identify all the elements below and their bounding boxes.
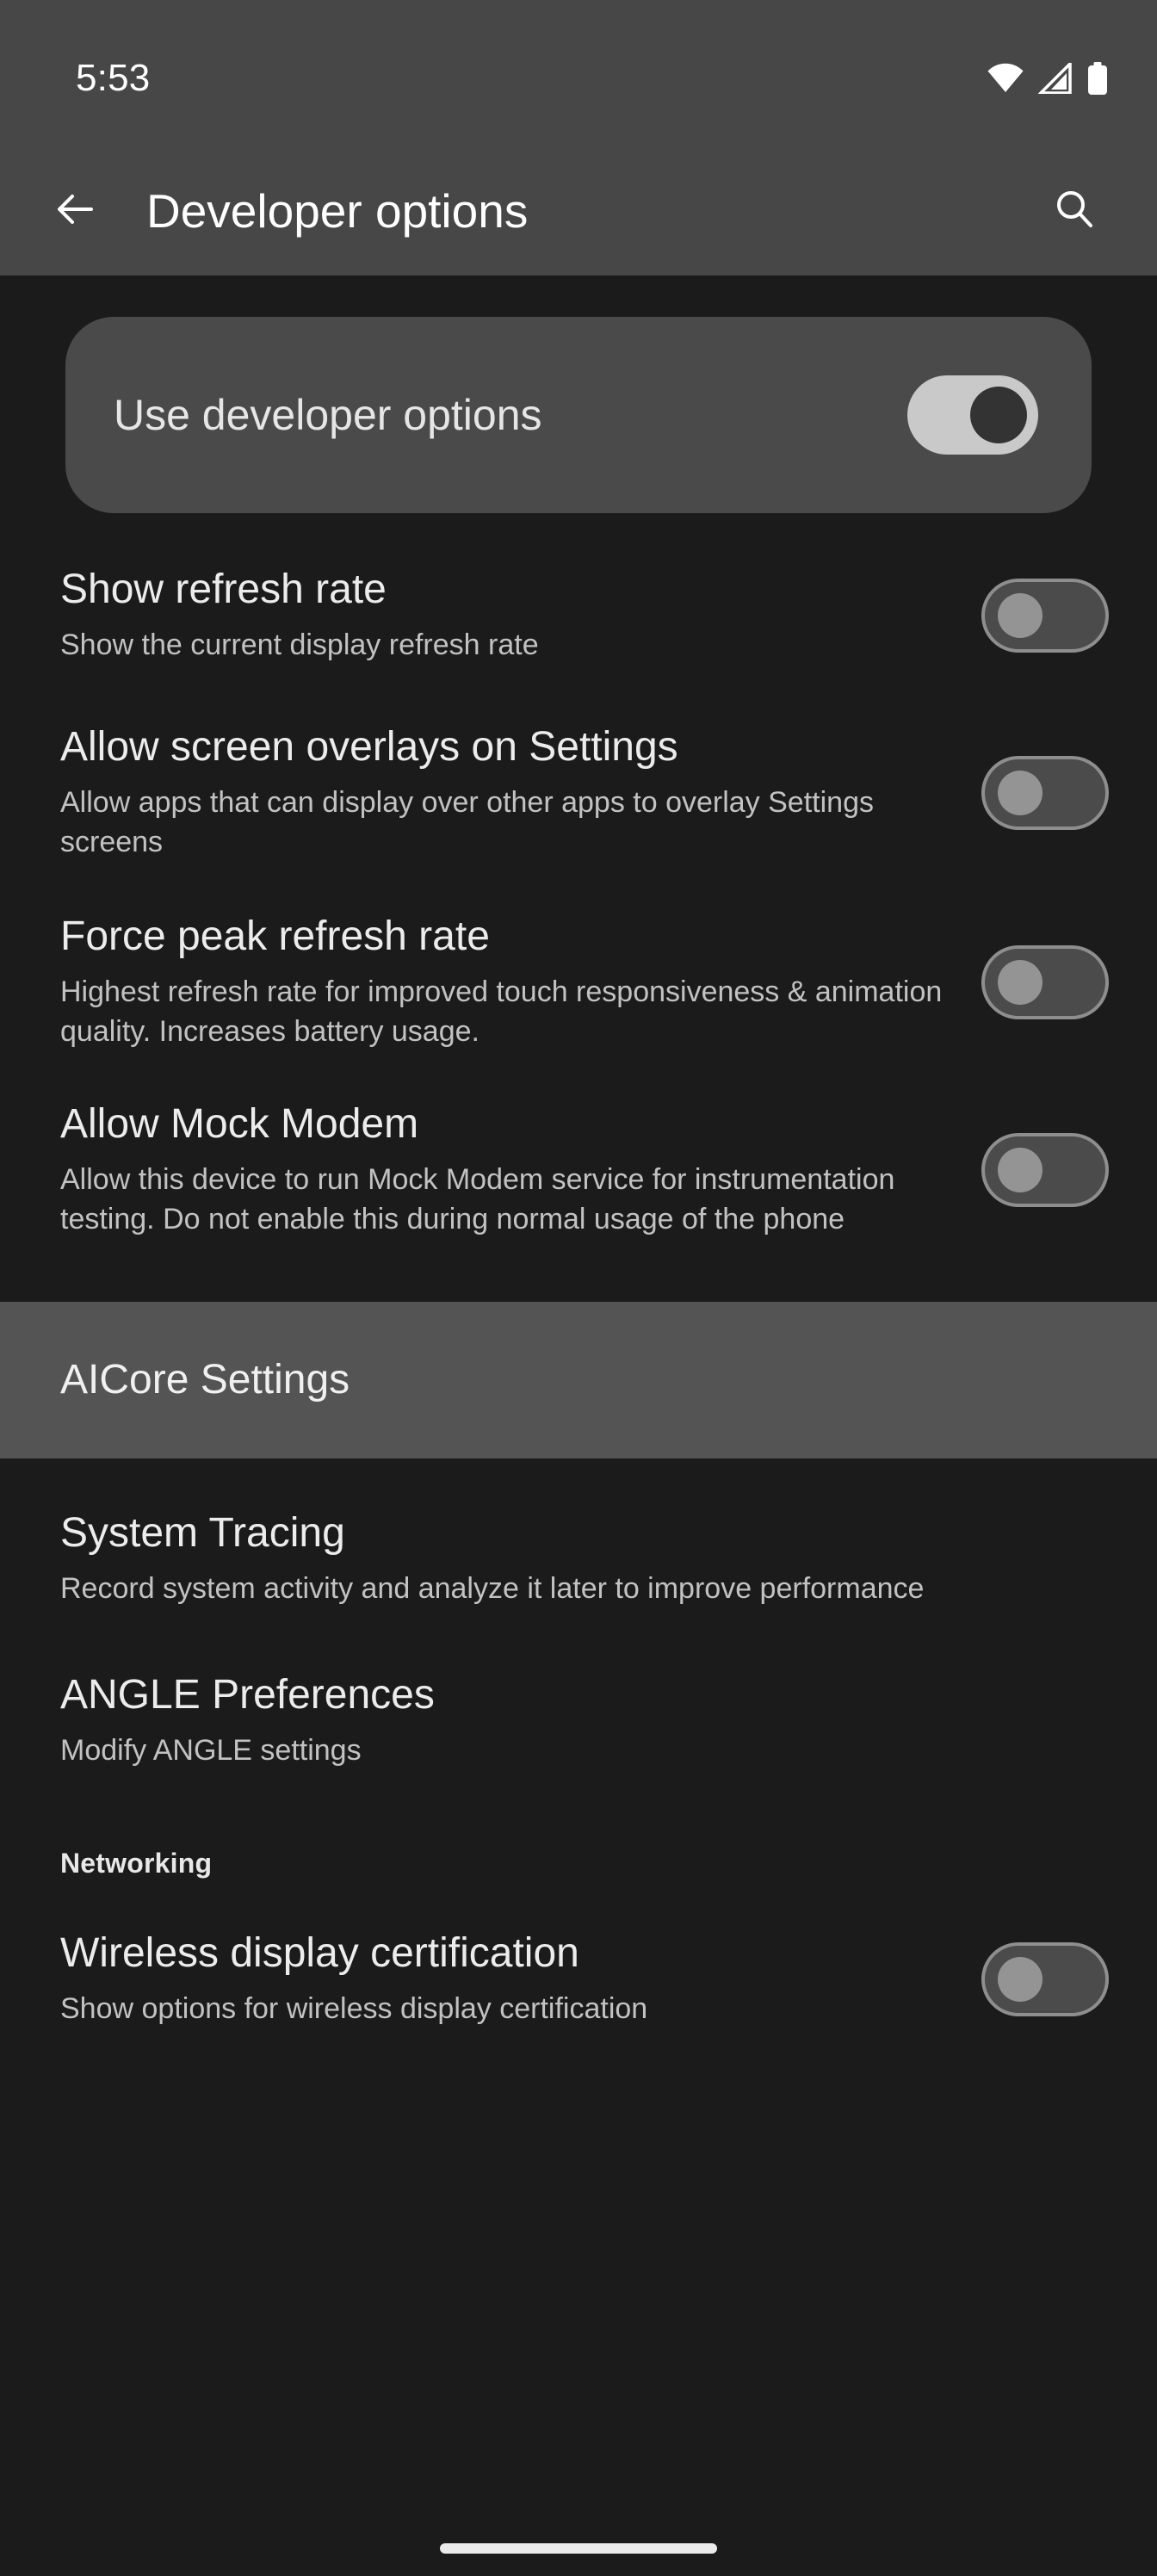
cellular-signal-icon: [1038, 63, 1073, 94]
use-developer-options-label: Use developer options: [114, 391, 542, 439]
section-header-networking: Networking: [0, 1849, 1157, 1877]
pref-title: Wireless display certification: [60, 1929, 579, 1976]
pref-text: Show refresh rate Show the current displ…: [60, 566, 981, 666]
pref-show-refresh-rate[interactable]: Show refresh rate Show the current displ…: [0, 560, 1157, 672]
show-refresh-rate-switch[interactable]: [981, 579, 1109, 653]
pref-title: ANGLE Preferences: [60, 1671, 435, 1718]
pref-title: System Tracing: [60, 1509, 345, 1556]
pref-title: Show refresh rate: [60, 566, 387, 612]
pref-system-tracing[interactable]: System Tracing Record system activity an…: [0, 1503, 1157, 1615]
switch-thumb: [998, 1956, 1043, 2002]
pref-summary: Allow this device to run Mock Modem serv…: [60, 1163, 895, 1235]
switch-thumb: [998, 1147, 1043, 1192]
pref-allow-mock-modem[interactable]: Allow Mock Modem Allow this device to ru…: [0, 1100, 1157, 1240]
pref-allow-screen-overlays[interactable]: Allow screen overlays on Settings Allow …: [0, 723, 1157, 863]
pref-text: Allow Mock Modem Allow this device to ru…: [60, 1100, 981, 1240]
allow-screen-overlays-switch[interactable]: [981, 755, 1109, 830]
force-peak-refresh-rate-switch[interactable]: [981, 944, 1109, 1019]
pref-text: ANGLE Preferences Modify ANGLE settings: [60, 1671, 1109, 1771]
status-bar-icons: [987, 62, 1109, 95]
pref-aicore-settings[interactable]: AICore Settings: [0, 1301, 1157, 1458]
use-developer-options-switch[interactable]: [907, 375, 1038, 455]
home-indicator[interactable]: [440, 2543, 717, 2554]
search-icon: [1052, 187, 1097, 236]
status-bar-clock: 5:53: [76, 57, 151, 99]
allow-mock-modem-switch[interactable]: [981, 1132, 1109, 1207]
pref-summary: Highest refresh rate for improved touch …: [60, 975, 943, 1048]
pref-title: AICore Settings: [60, 1356, 350, 1403]
page-title: Developer options: [146, 183, 529, 238]
wireless-display-certification-switch[interactable]: [981, 1941, 1109, 2016]
pref-text: Allow screen overlays on Settings Allow …: [60, 723, 981, 863]
pref-text: Force peak refresh rate Highest refresh …: [60, 913, 981, 1052]
status-bar: 5:53: [0, 0, 1157, 146]
pref-switch-container: [981, 579, 1109, 653]
back-arrow-icon: [53, 187, 98, 236]
wifi-icon: [987, 63, 1024, 94]
switch-thumb: [998, 770, 1043, 815]
switch-thumb: [970, 387, 1027, 443]
pref-title: Force peak refresh rate: [60, 913, 490, 959]
pref-text: System Tracing Record system activity an…: [60, 1509, 1109, 1609]
pref-summary: Show options for wireless display certif…: [60, 1991, 648, 2025]
switch-thumb: [998, 959, 1043, 1005]
pref-summary: Allow apps that can display over other a…: [60, 786, 874, 859]
pref-summary: Modify ANGLE settings: [60, 1733, 362, 1767]
pref-title: Allow screen overlays on Settings: [60, 724, 678, 770]
app-bar: Developer options: [0, 146, 1157, 276]
settings-scroll-container[interactable]: Use developer options Show refresh rate …: [0, 276, 1157, 2576]
pref-wireless-display-certification[interactable]: Wireless display certification Show opti…: [0, 1923, 1157, 2035]
pref-title: Allow Mock Modem: [60, 1100, 419, 1147]
battery-icon: [1086, 62, 1109, 95]
pref-switch-container: [981, 944, 1109, 1019]
pref-switch-container: [981, 1941, 1109, 2016]
switch-thumb: [998, 593, 1043, 638]
pref-text: Wireless display certification Show opti…: [60, 1929, 981, 2029]
pref-summary: Show the current display refresh rate: [60, 629, 539, 662]
pref-force-peak-refresh-rate[interactable]: Force peak refresh rate Highest refresh …: [0, 913, 1157, 1052]
back-button[interactable]: [34, 170, 117, 252]
pref-switch-container: [981, 755, 1109, 830]
use-developer-options-card[interactable]: Use developer options: [65, 317, 1092, 513]
pref-summary: Record system activity and analyze it la…: [60, 1571, 925, 1605]
section-header-label: Networking: [60, 1847, 213, 1879]
search-button[interactable]: [1033, 170, 1116, 252]
pref-switch-container: [981, 1132, 1109, 1207]
pref-angle-preferences[interactable]: ANGLE Preferences Modify ANGLE settings: [0, 1665, 1157, 1777]
